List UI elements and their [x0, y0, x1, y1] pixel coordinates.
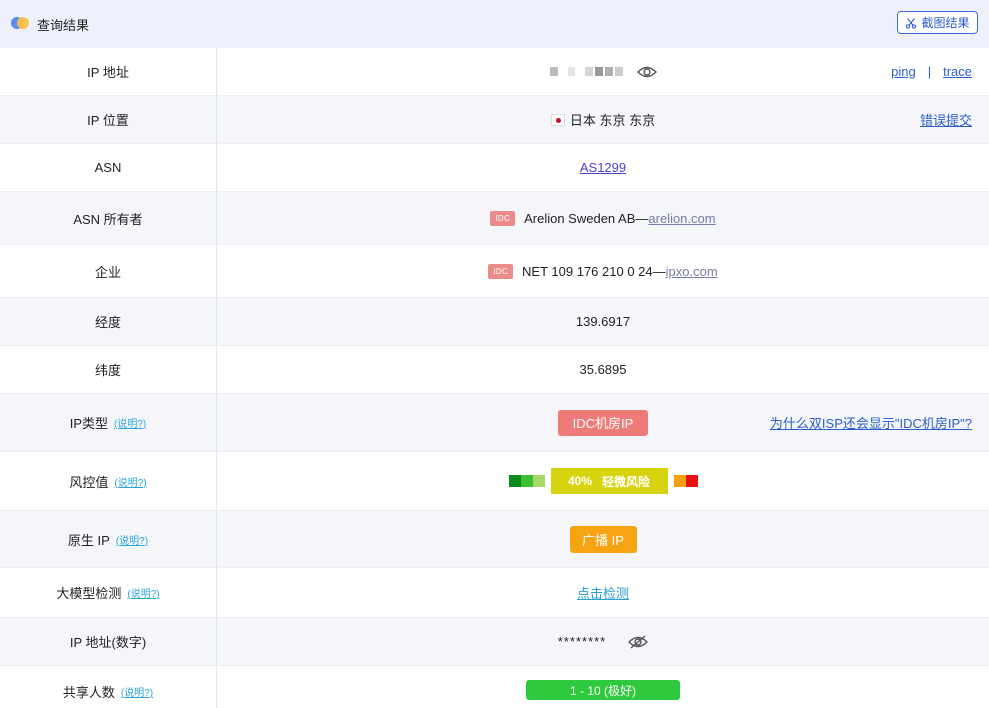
risk-percent: 40%: [567, 474, 592, 488]
result-header: 查询结果 截图结果: [0, 0, 989, 48]
row-native-ip: 原生 IP (说明?) 广播 IP: [0, 511, 989, 568]
ip-type-help-link[interactable]: (说明?): [114, 415, 146, 430]
label-llm-detection: 大模型检测 (说明?): [0, 568, 217, 617]
longitude-value: 139.6917: [575, 314, 631, 329]
risk-score-badge: 40% 轻微风险: [550, 468, 668, 494]
masked-ip: [549, 67, 623, 76]
label-risk: 风控值 (说明?): [0, 452, 217, 510]
location-value: 日本 东京 东京: [569, 113, 656, 128]
risk-text: 轻微风险: [602, 474, 651, 489]
native-ip-badge: 广播 IP: [569, 525, 637, 553]
llm-detect-link[interactable]: 点击检测: [577, 583, 629, 602]
native-ip-help-link[interactable]: (说明?): [116, 532, 148, 547]
page-title: 查询结果: [37, 17, 90, 33]
label-asn: ASN: [0, 144, 217, 191]
link-separator: |: [927, 64, 932, 79]
shared-help-link[interactable]: (说明?): [121, 684, 153, 699]
ip-type-label: IP类型: [69, 416, 109, 431]
llm-label: 大模型检测: [56, 586, 122, 601]
idc-tag: IDC: [488, 263, 514, 279]
show-ip-eye-icon[interactable]: [636, 65, 657, 79]
idc-tag: IDC: [490, 210, 516, 226]
row-ip-number: IP 地址(数字) ********: [0, 618, 989, 666]
why-idc-link[interactable]: 为什么双ISP还会显示"IDC机房IP"?: [770, 413, 972, 432]
risk-low-segments: [508, 475, 545, 487]
eye-off-icon[interactable]: [628, 634, 649, 649]
label-company: 企业: [0, 245, 217, 297]
shared-label: 共享人数: [62, 685, 115, 700]
screenshot-label: 截图结果: [921, 16, 970, 30]
row-company: 企业 IDC NET 109 176 210 0 24— ipxo.com: [0, 245, 989, 298]
row-longitude: 经度 139.6917: [0, 298, 989, 346]
trace-link[interactable]: trace: [943, 64, 972, 79]
japan-flag-icon: [550, 113, 565, 126]
risk-label: 风控值: [69, 474, 109, 490]
row-ip-address: IP 地址 ping | trace: [0, 48, 989, 96]
risk-help-link[interactable]: (说明?): [114, 474, 146, 489]
row-shared-users: 共享人数 (说明?) 1 - 10 (极好): [0, 666, 989, 708]
llm-help-link[interactable]: (说明?): [127, 585, 159, 600]
label-latitude: 纬度: [0, 346, 217, 393]
ip-type-badge: IDC机房IP: [558, 409, 648, 436]
ping-link[interactable]: ping: [891, 64, 916, 79]
label-ip-address: IP 地址: [0, 48, 217, 95]
row-ip-type: IP类型 (说明?) IDC机房IP 为什么双ISP还会显示"IDC机房IP"?: [0, 394, 989, 452]
label-shared-users: 共享人数 (说明?): [0, 666, 217, 708]
risk-meter: 40% 轻微风险: [508, 468, 698, 494]
app-logo-icon: [11, 17, 31, 31]
asn-owner-name: Arelion Sweden AB—: [524, 210, 649, 226]
label-longitude: 经度: [0, 298, 217, 345]
label-native-ip: 原生 IP (说明?): [0, 511, 217, 567]
screenshot-button[interactable]: 截图结果: [897, 11, 978, 34]
label-ip-number: IP 地址(数字): [0, 618, 217, 665]
shared-users-badge: 1 - 10 (极好): [526, 680, 680, 700]
row-asn: ASN AS1299: [0, 144, 989, 192]
company-domain-link[interactable]: ipxo.com: [666, 264, 718, 279]
label-ip-type: IP类型 (说明?): [0, 394, 217, 451]
native-ip-label: 原生 IP: [67, 532, 110, 548]
asn-owner-domain-link[interactable]: arelion.com: [648, 211, 715, 226]
row-latitude: 纬度 35.6895: [0, 346, 989, 394]
row-asn-owner: ASN 所有者 IDC Arelion Sweden AB— arelion.c…: [0, 192, 989, 245]
label-asn-owner: ASN 所有者: [0, 192, 217, 244]
scissors-icon: [906, 17, 917, 29]
report-error-link[interactable]: 错误提交: [920, 110, 972, 129]
asn-link[interactable]: AS1299: [580, 160, 626, 175]
risk-high-segments: [673, 475, 698, 487]
row-ip-location: IP 位置 日本 东京 东京 错误提交: [0, 96, 989, 144]
label-ip-location: IP 位置: [0, 96, 217, 143]
row-risk: 风控值 (说明?) 40% 轻微风险: [0, 452, 989, 511]
ip-number-masked: ********: [557, 634, 607, 649]
row-llm-detection: 大模型检测 (说明?) 点击检测: [0, 568, 989, 618]
company-name: NET 109 176 210 0 24—: [522, 263, 666, 279]
latitude-value: 35.6895: [579, 362, 627, 377]
